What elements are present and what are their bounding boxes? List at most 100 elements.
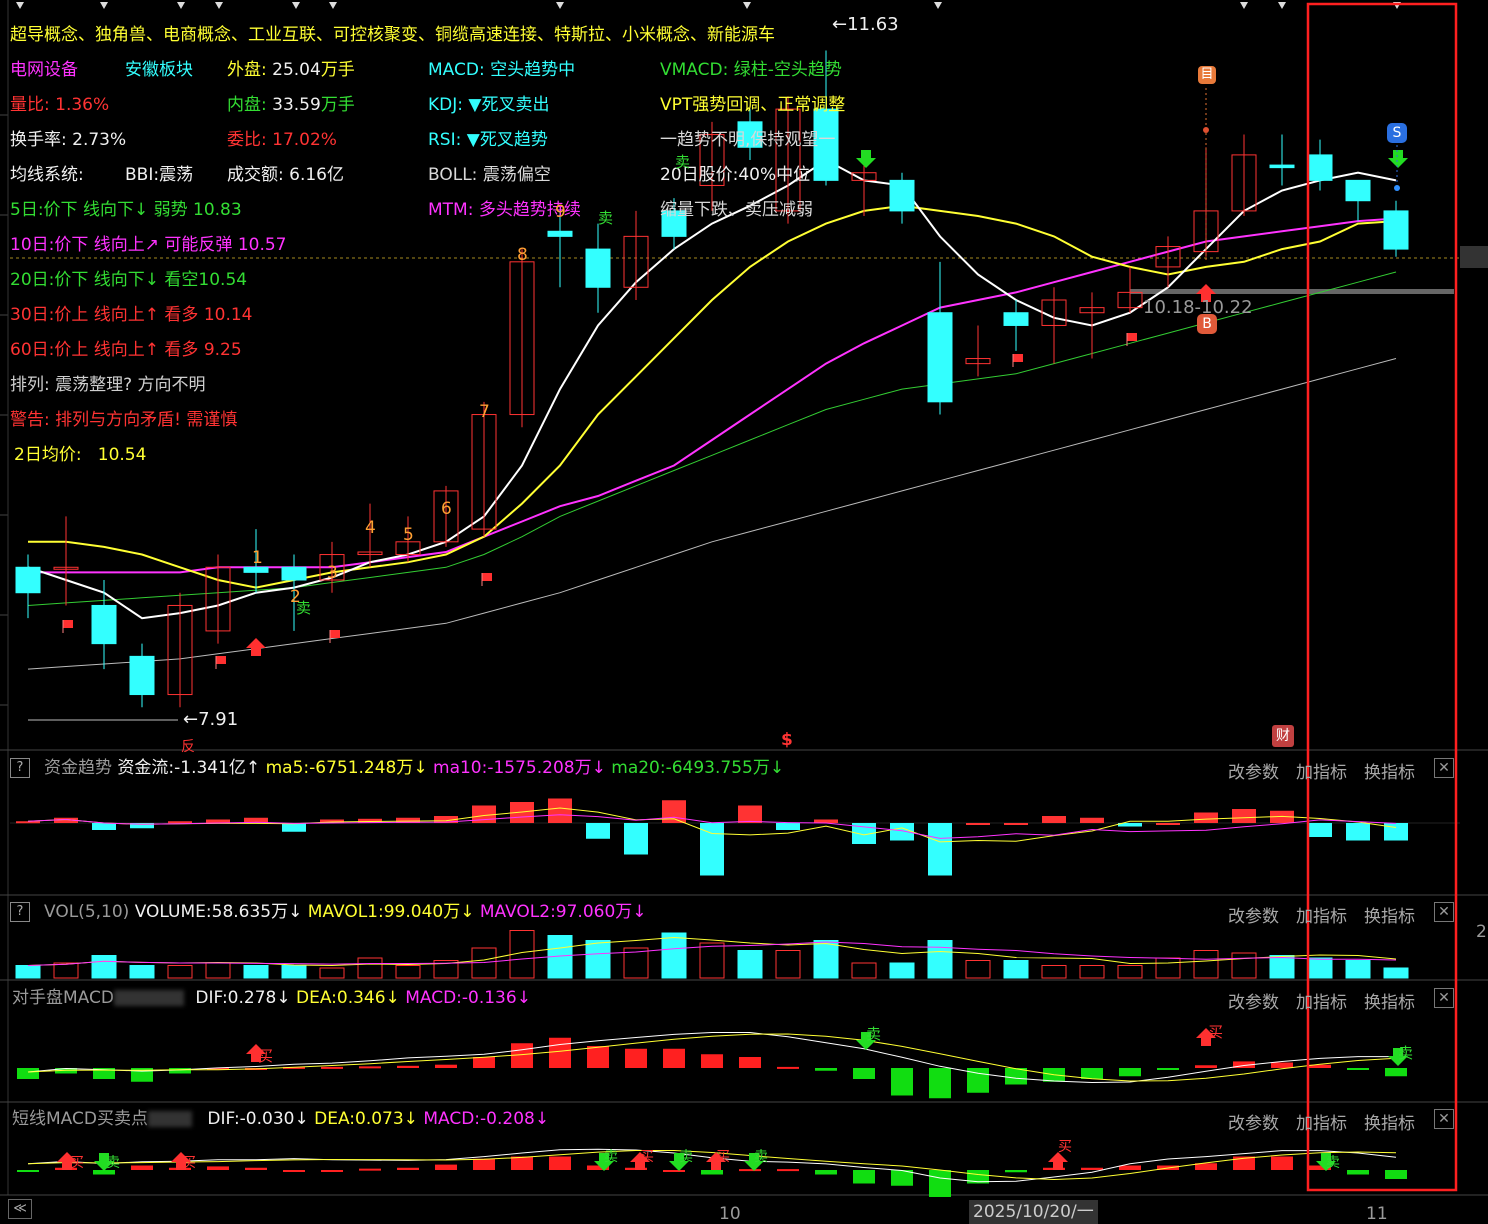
sell-signal-label: 卖 [1326,1155,1340,1171]
sector-tag-anhui[interactable]: 安徽板块 [125,60,193,80]
macd1-bar [587,1046,609,1068]
dollar-marker[interactable]: $ [781,730,793,750]
sell-marker: 卖 [675,153,691,171]
top-event-marker [329,2,337,9]
macd1-bar [663,1048,685,1068]
volume-bar [965,960,991,979]
fund-panel-name: 资金趋势 [44,758,112,778]
macd2-bar [549,1156,571,1170]
trend-status: 一趋势不明,保持观望一 [660,130,836,150]
macd1-add-indicator-button[interactable]: 加指标 [1296,988,1347,1013]
macd2-panel-name: 短线MACD买卖点 [12,1109,148,1129]
buy-signal-label: 买 [182,1155,196,1171]
inner-volume-label: 内盘: [227,95,267,115]
sell-signal-badge[interactable]: S [1387,123,1407,143]
macd1-switch-indicator-button[interactable]: 换指标 [1364,988,1415,1013]
rsi-value: ▼死叉趋势 [466,130,548,150]
candle-body [281,566,307,581]
fund-switch-indicator-button[interactable]: 换指标 [1364,758,1415,783]
candle-body [1383,210,1409,250]
low-price-value: 7.91 [198,709,239,730]
low-price-marker: ←7.91 [183,709,239,730]
vol-panel-name: VOL(5,10) [44,902,130,922]
volume-note: 缩量下跌、卖压减弱 [660,200,813,220]
macd1-panel-title: 对手盘MACD DIF:0.278↓ DEA:0.346↓ MACD:-0.13… [12,988,531,1008]
candle-body [1269,164,1295,169]
fund-params-button[interactable]: 改参数 [1228,758,1279,783]
vpt-status: VPT强势回调、正常调整 [660,95,846,115]
volume-bar [889,962,915,979]
count-label-4: 4 [365,518,376,538]
vol-close-button[interactable]: ✕ [1434,902,1454,922]
blurred-params [147,1111,192,1127]
signal-point [1394,185,1400,191]
boll-value: 震荡偏空 [482,165,551,185]
macd1-bar [853,1068,875,1079]
buy-signal-badge[interactable]: B [1197,314,1217,334]
vol-switch-indicator-button[interactable]: 换指标 [1364,902,1415,927]
turnover-amount: 成交额: 6.16亿 [227,165,344,185]
fund-bar [738,805,762,823]
macd1-close-button[interactable]: ✕ [1434,988,1454,1008]
volume-bar [1307,957,1333,979]
mavol2-value: MAVOL2:97.060万↓ [479,902,647,922]
scroll-left-button[interactable]: ≪ [8,1199,32,1219]
signal-flag-icon [216,656,226,664]
macd-label: MACD: [428,60,485,80]
macd1-panel-name: 对手盘MACD [12,988,114,1008]
help-button-vol[interactable]: ? [10,902,30,922]
price-range-bar [1130,289,1454,294]
fund-ma5-value: ma5:-6751.248万↓ [265,758,428,778]
finance-badge[interactable]: 财 [1272,725,1294,747]
vol-params-button[interactable]: 改参数 [1228,902,1279,927]
sell-arrow-icon [856,150,876,168]
macd1-bar [1157,1068,1179,1070]
high-price-marker: ←11.63 [832,14,899,35]
ma30-status: 30日:价上 线向上↑ 看多 10.14 [10,305,253,325]
buy-signal-label: 买 [258,1047,274,1065]
volume-bar [205,962,231,979]
target-badge[interactable]: 目 [1198,66,1216,84]
macd2-close-button[interactable]: ✕ [1434,1109,1454,1129]
fund-add-indicator-button[interactable]: 加指标 [1296,758,1347,783]
volume-bar [1003,960,1029,979]
help-button-fund[interactable]: ? [10,758,30,778]
sector-tag-grid[interactable]: 电网设备 [10,60,78,80]
sell-signal-label: 卖 [106,1155,120,1171]
volume-bar [813,940,839,979]
macd2-bar [929,1170,951,1197]
fund-bar [1080,817,1104,823]
fund-bar [282,823,306,832]
volume-bar [1155,957,1181,979]
buy-signal-label: 买 [640,1149,654,1165]
ma60-line [27,358,1397,670]
fund-close-button[interactable]: ✕ [1434,758,1454,778]
rsi-status: RSI: ▼死叉趋势 [428,130,548,150]
fund-bar [548,798,572,823]
macd2-dea-value: DEA:0.073↓ [314,1109,418,1129]
top-event-marker [16,2,24,9]
sell-signal-label: 卖 [679,1149,693,1165]
mtm-label: MTM: [428,200,474,220]
candle-body [129,655,155,696]
macd2-params-button[interactable]: 改参数 [1228,1109,1279,1134]
macd2-bar [853,1170,875,1184]
macd2-add-indicator-button[interactable]: 加指标 [1296,1109,1347,1134]
vol-add-indicator-button[interactable]: 加指标 [1296,902,1347,927]
fund-bar [16,821,40,824]
fund-bar [662,800,686,823]
fund-bar [776,823,800,830]
mavol1-value: MAVOL1:99.040万↓ [307,902,475,922]
macd1-bar [777,1066,799,1069]
macd1-bar [359,1066,381,1069]
macd-value: 空头趋势中 [490,60,576,80]
count-label-2: 2 [290,587,301,607]
macd1-params-button[interactable]: 改参数 [1228,988,1279,1013]
macd1-bar [435,1064,457,1068]
fund-bar [586,823,610,839]
candle-body [585,248,611,288]
ma-system-label: 均线系统: [10,165,84,185]
macd2-switch-indicator-button[interactable]: 换指标 [1364,1109,1415,1134]
candle-body [889,179,915,212]
inner-volume: 内盘: 33.59万手 [227,95,355,115]
